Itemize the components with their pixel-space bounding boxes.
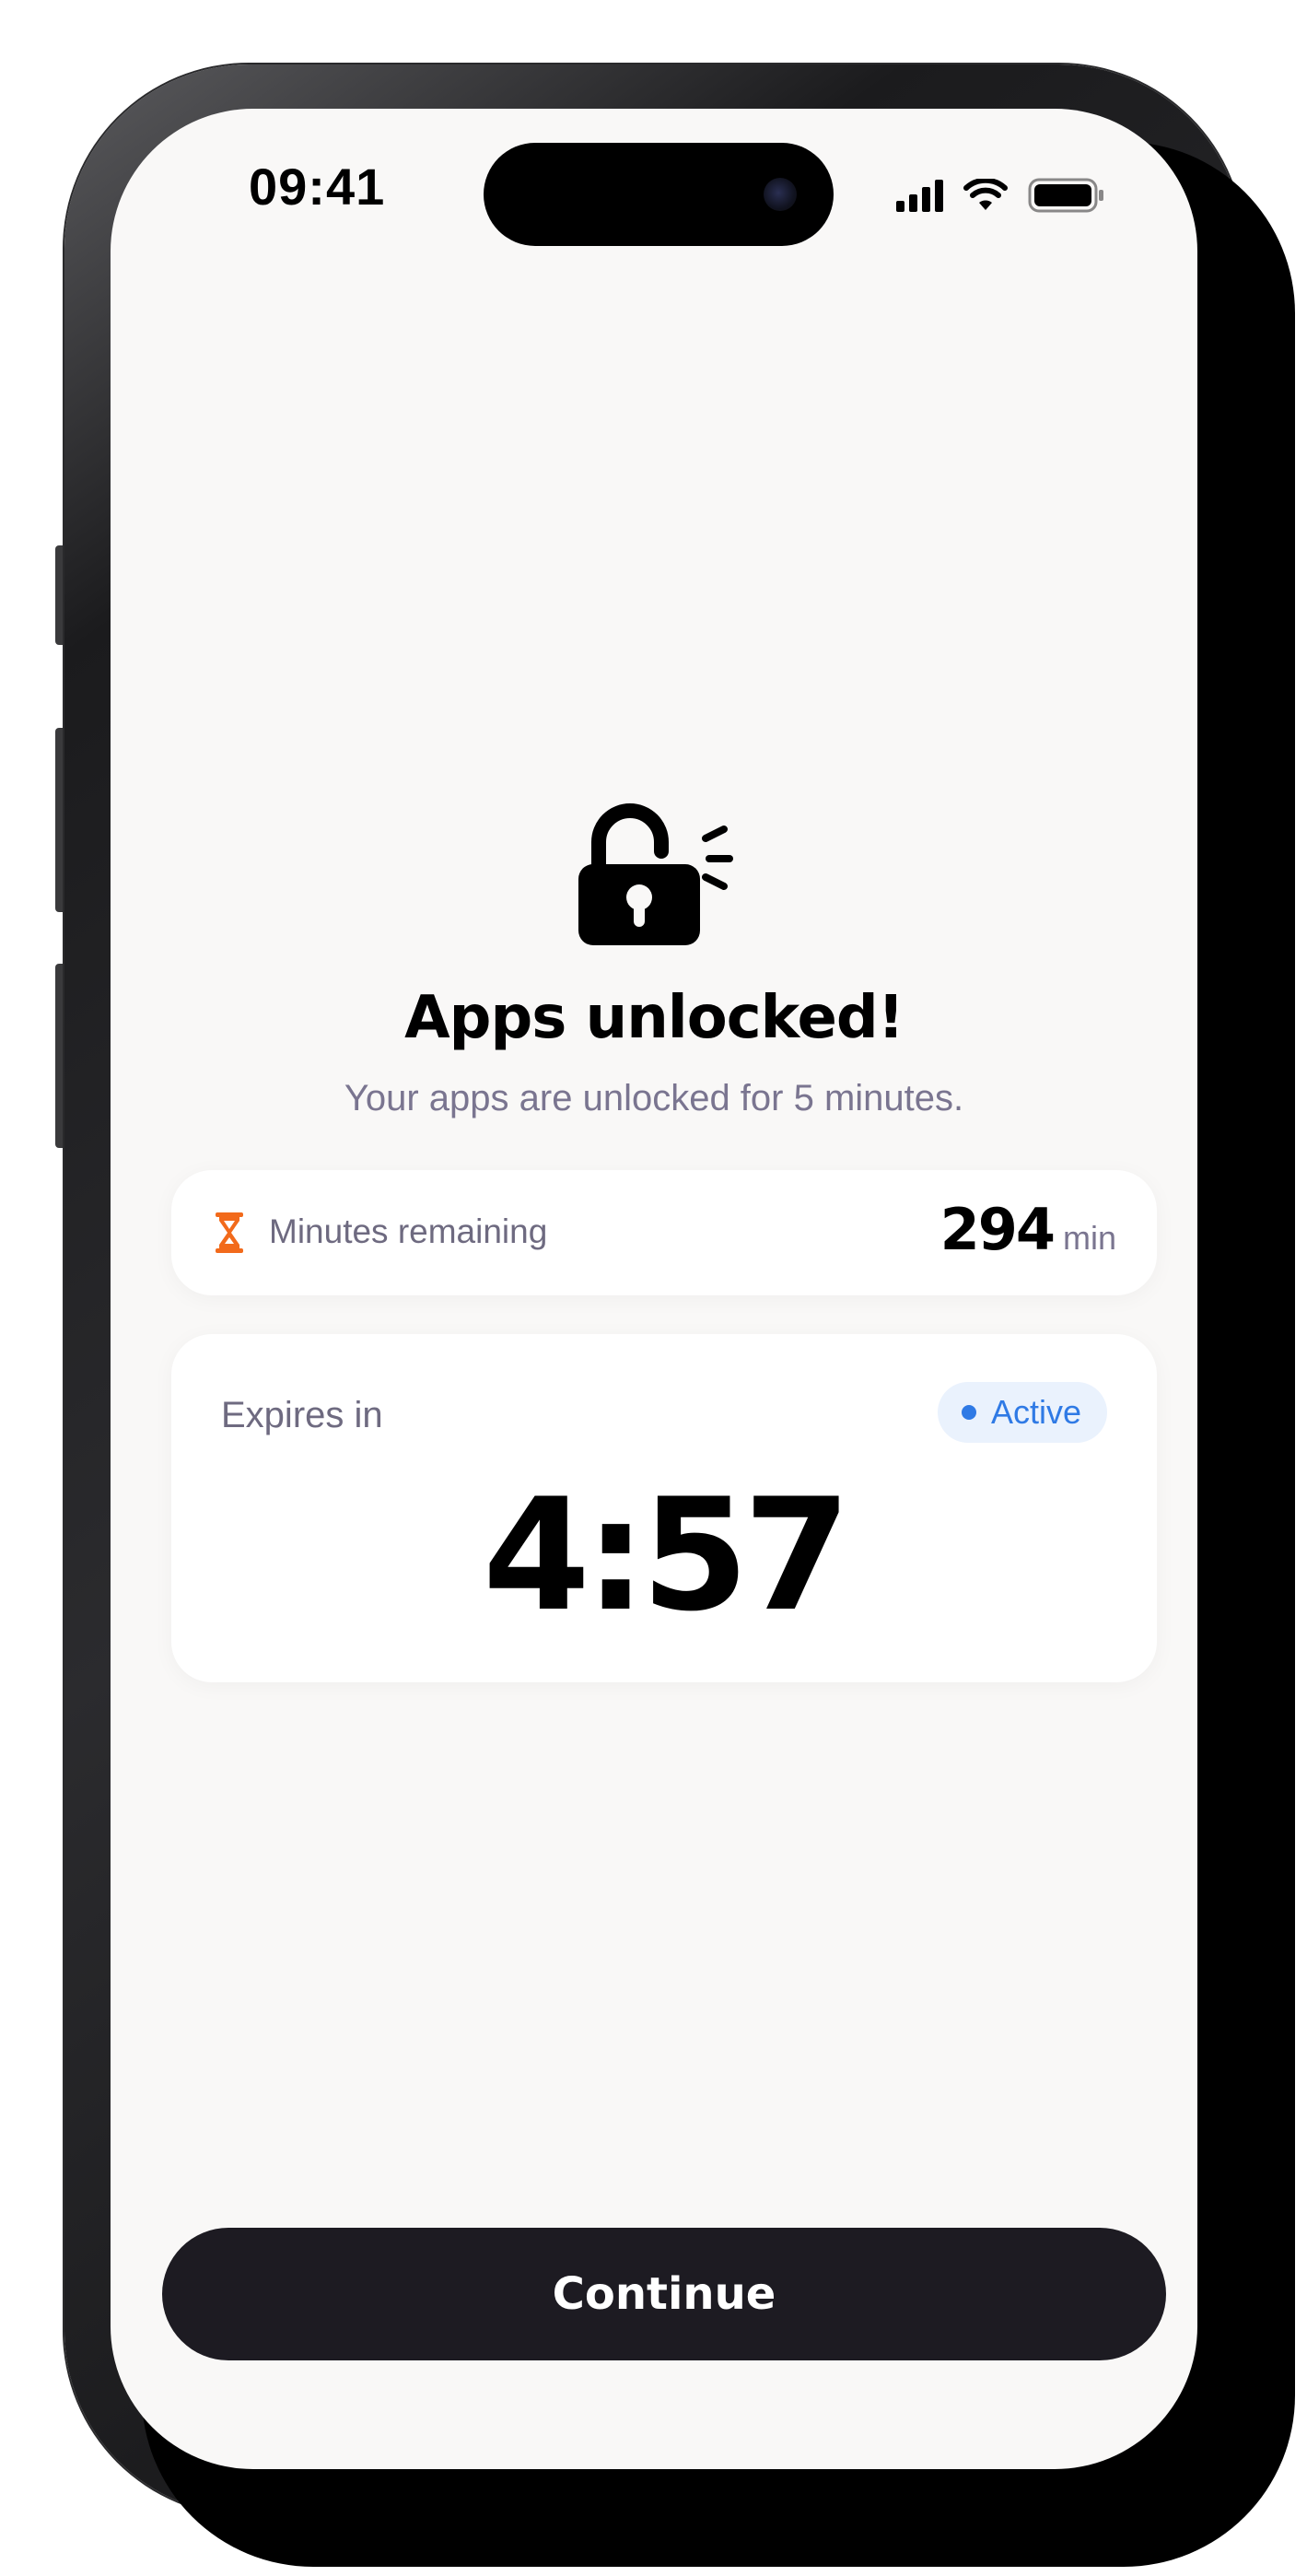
- expires-card: Expires in Active 4:57: [171, 1334, 1157, 1682]
- wifi-icon: [963, 179, 1008, 210]
- minutes-remaining-card: Minutes remaining 294 min: [171, 1170, 1157, 1295]
- countdown-timer: 4:57: [483, 1465, 851, 1645]
- minutes-remaining-value: 294 min: [940, 1196, 1116, 1263]
- status-icons: [896, 175, 1105, 216]
- cellular-signal-icon: [896, 179, 943, 212]
- battery-icon: [1028, 178, 1103, 213]
- front-camera: [764, 178, 797, 211]
- minutes-number: 294: [939, 1196, 1056, 1263]
- phone-screen: 09:41 Apps unlocked! Your apps are unloc…: [111, 109, 1197, 2469]
- status-time: 09:41: [249, 158, 386, 216]
- page-subtitle: Your apps are unlocked for 5 minutes.: [344, 1078, 964, 1118]
- status-badge-label: Active: [990, 1393, 1081, 1431]
- page-title: Apps unlocked!: [404, 984, 904, 1052]
- expires-label: Expires in: [221, 1395, 383, 1435]
- dynamic-island: [484, 143, 834, 246]
- device-mockup: 09:41 Apps unlocked! Your apps are unloc…: [0, 0, 1307, 2576]
- minutes-unit: min: [1062, 1219, 1116, 1257]
- status-badge: Active: [937, 1382, 1107, 1443]
- minutes-remaining-label: Minutes remaining: [269, 1212, 548, 1250]
- unlocked-padlock-icon: [578, 803, 733, 945]
- continue-button[interactable]: Continue: [162, 2228, 1166, 2360]
- status-dot-icon: [961, 1405, 976, 1420]
- continue-button-label: Continue: [552, 2268, 776, 2320]
- hourglass-icon: [216, 1212, 243, 1253]
